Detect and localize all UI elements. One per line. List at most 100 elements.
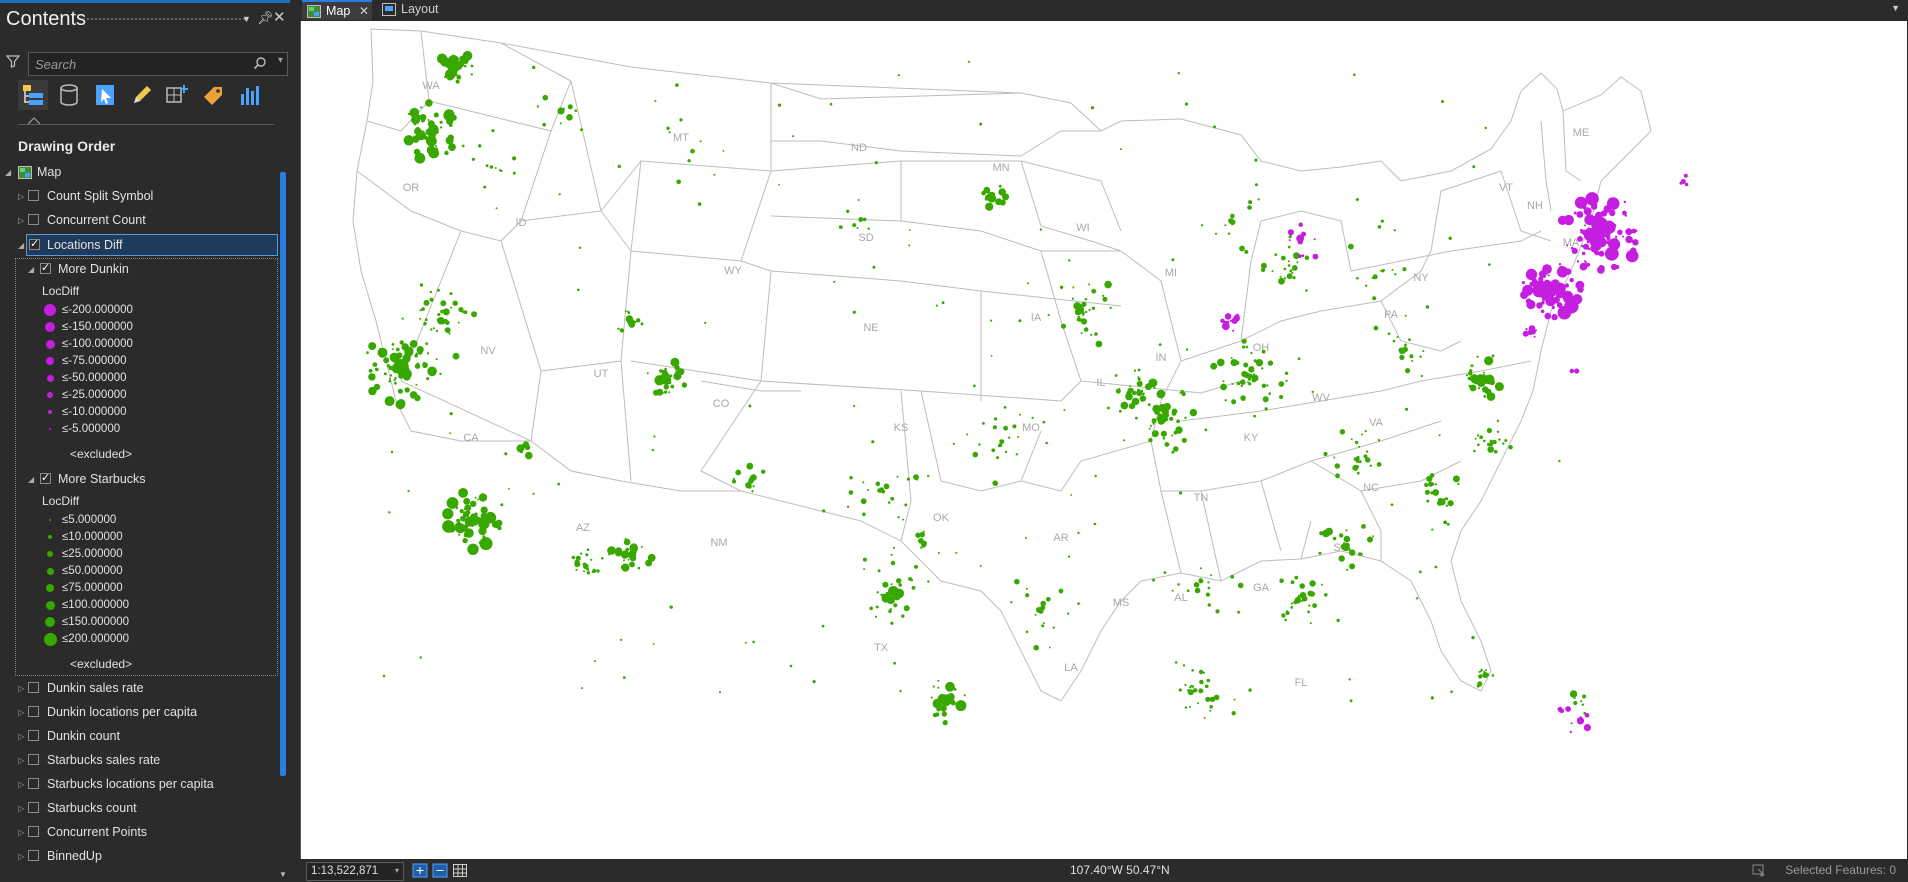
location-point xyxy=(1583,724,1591,732)
layer-locations-diff[interactable]: ◢ Locations Diff xyxy=(0,235,280,257)
expand-chevron-icon[interactable]: ▷ xyxy=(18,828,24,837)
list-by-drawing-order-button[interactable] xyxy=(18,80,48,110)
tab-layout[interactable]: Layout xyxy=(377,0,457,20)
collapse-chevron-icon[interactable]: ◢ xyxy=(28,475,34,484)
location-point xyxy=(558,193,561,196)
location-point xyxy=(875,605,879,609)
tab-map[interactable]: Map ✕ xyxy=(302,0,372,20)
layer-visibility-checkbox[interactable] xyxy=(29,237,40,250)
location-point xyxy=(1293,600,1298,605)
location-point xyxy=(1557,706,1563,712)
expand-chevron-icon[interactable]: ▷ xyxy=(18,684,24,693)
location-point xyxy=(585,553,589,557)
search-icon[interactable] xyxy=(253,56,267,70)
location-point xyxy=(1478,670,1481,673)
location-point xyxy=(950,693,953,696)
layer-count-split-symbol[interactable]: ▷ Count Split Symbol xyxy=(0,186,280,208)
grid-icon[interactable] xyxy=(452,863,468,878)
layer-visibility-checkbox[interactable] xyxy=(28,754,39,765)
expand-chevron-icon[interactable]: ▷ xyxy=(18,780,24,789)
location-point xyxy=(1260,267,1266,272)
location-point xyxy=(1444,497,1449,501)
location-point xyxy=(732,479,737,484)
sublayer-more-starbucks[interactable]: ◢ More Starbucks xyxy=(0,469,280,491)
collapse-chevron-icon[interactable]: ◢ xyxy=(18,241,24,250)
location-point xyxy=(471,311,478,318)
sublayer-more-dunkin[interactable]: ◢ More Dunkin xyxy=(0,259,280,281)
location-point xyxy=(1257,198,1260,201)
layer-visibility-checkbox[interactable] xyxy=(28,682,39,693)
layer-visibility-checkbox[interactable] xyxy=(28,778,39,789)
location-point xyxy=(1264,407,1268,411)
expand-chevron-icon[interactable]: ▷ xyxy=(18,732,24,741)
collapse-chevron-icon[interactable]: ◢ xyxy=(28,265,34,274)
location-point xyxy=(1186,589,1190,592)
scale-chevron-icon[interactable]: ▾ xyxy=(395,866,399,875)
list-by-labeling-button[interactable] xyxy=(198,80,228,110)
location-point xyxy=(413,148,421,156)
close-tab-icon[interactable]: ✕ xyxy=(359,4,369,18)
location-point xyxy=(624,554,628,558)
pin-icon[interactable]: 📌︎ xyxy=(257,10,274,26)
location-point xyxy=(1080,332,1083,335)
expand-chevron-icon[interactable]: ▷ xyxy=(18,852,24,861)
expand-chevron-icon[interactable]: ▷ xyxy=(18,804,24,813)
layer-visibility-checkbox[interactable] xyxy=(28,826,39,837)
list-by-selection-button[interactable] xyxy=(90,80,120,110)
list-by-charts-button[interactable] xyxy=(234,80,264,110)
pane-options-chevron-icon[interactable]: ▼ xyxy=(242,14,251,24)
layer-visibility-checkbox[interactable] xyxy=(28,214,39,225)
layer-item[interactable]: ▷ Starbucks sales rate xyxy=(0,750,280,772)
pane-drag-grip[interactable] xyxy=(82,17,246,22)
search-box[interactable]: ▾ xyxy=(28,52,288,76)
layer-visibility-checkbox[interactable] xyxy=(28,850,39,861)
collapse-chevron-icon[interactable]: ◢ xyxy=(5,168,11,177)
location-point xyxy=(1522,284,1534,296)
layer-visibility-checkbox[interactable] xyxy=(28,190,39,201)
map-canvas[interactable]: WA OR ID MT ND SD WY NE NV UT CO KS MN WI MI IA IL MO OK AR… xyxy=(301,21,1907,859)
search-options-chevron-icon[interactable]: ▾ xyxy=(278,55,283,66)
map-view[interactable]: WA OR ID MT ND SD WY NE NV UT CO KS MN WI MI IA IL MO OK AR… xyxy=(300,21,1907,859)
search-input[interactable] xyxy=(33,55,247,74)
expand-chevron-icon[interactable]: ▷ xyxy=(18,756,24,765)
location-point xyxy=(1058,588,1064,594)
layer-item[interactable]: ▷ Starbucks count xyxy=(0,798,280,820)
sublayer-visibility-checkbox[interactable] xyxy=(40,261,51,274)
location-point xyxy=(1258,361,1261,364)
layer-visibility-checkbox[interactable] xyxy=(28,730,39,741)
layer-item[interactable]: ▷ BinnedUp xyxy=(0,846,280,868)
expand-chevron-icon[interactable]: ▷ xyxy=(18,216,24,225)
state-label: GA xyxy=(1253,582,1270,594)
selected-features-icon[interactable] xyxy=(1752,863,1766,877)
list-by-data-source-button[interactable] xyxy=(54,80,84,110)
list-by-snapping-button[interactable] xyxy=(162,80,192,110)
filter-icon[interactable] xyxy=(6,54,20,68)
layer-visibility-checkbox[interactable] xyxy=(28,706,39,717)
expand-chevron-icon[interactable]: ▷ xyxy=(18,192,24,201)
sublayer-visibility-checkbox[interactable] xyxy=(40,471,51,484)
location-point xyxy=(978,443,981,446)
list-by-editing-button[interactable] xyxy=(126,80,156,110)
location-point xyxy=(1536,291,1542,297)
layer-item[interactable]: ▷ Dunkin sales rate xyxy=(0,678,280,700)
scrollbar-thumb[interactable] xyxy=(280,172,286,776)
close-pane-icon[interactable]: ✕ xyxy=(273,8,286,26)
layer-item[interactable]: ▷ Starbucks locations per capita xyxy=(0,774,280,796)
scroll-down-arrow-icon[interactable]: ▼ xyxy=(279,870,287,879)
layer-item[interactable]: ▷ Dunkin locations per capita xyxy=(0,702,280,724)
tree-item-map[interactable]: ◢ Map xyxy=(0,162,280,184)
fixed-zoom-out-icon[interactable] xyxy=(432,863,448,878)
tabs-overflow-chevron-icon[interactable]: ▼ xyxy=(1891,3,1900,13)
fixed-zoom-in-icon[interactable] xyxy=(412,863,428,878)
location-point xyxy=(619,328,625,333)
location-point xyxy=(1179,491,1183,495)
map-scale-dropdown[interactable]: 1:13,522,871 ▾ xyxy=(306,862,404,881)
location-point xyxy=(1091,306,1096,310)
layer-item[interactable]: ▷ Concurrent Points xyxy=(0,822,280,844)
selected-features-count[interactable]: Selected Features: 0 xyxy=(1785,863,1896,877)
layer-item[interactable]: ▷ Dunkin count xyxy=(0,726,280,748)
layer-concurrent-count[interactable]: ▷ Concurrent Count xyxy=(0,210,280,232)
location-point xyxy=(1157,413,1162,418)
expand-chevron-icon[interactable]: ▷ xyxy=(18,708,24,717)
layer-visibility-checkbox[interactable] xyxy=(28,802,39,813)
